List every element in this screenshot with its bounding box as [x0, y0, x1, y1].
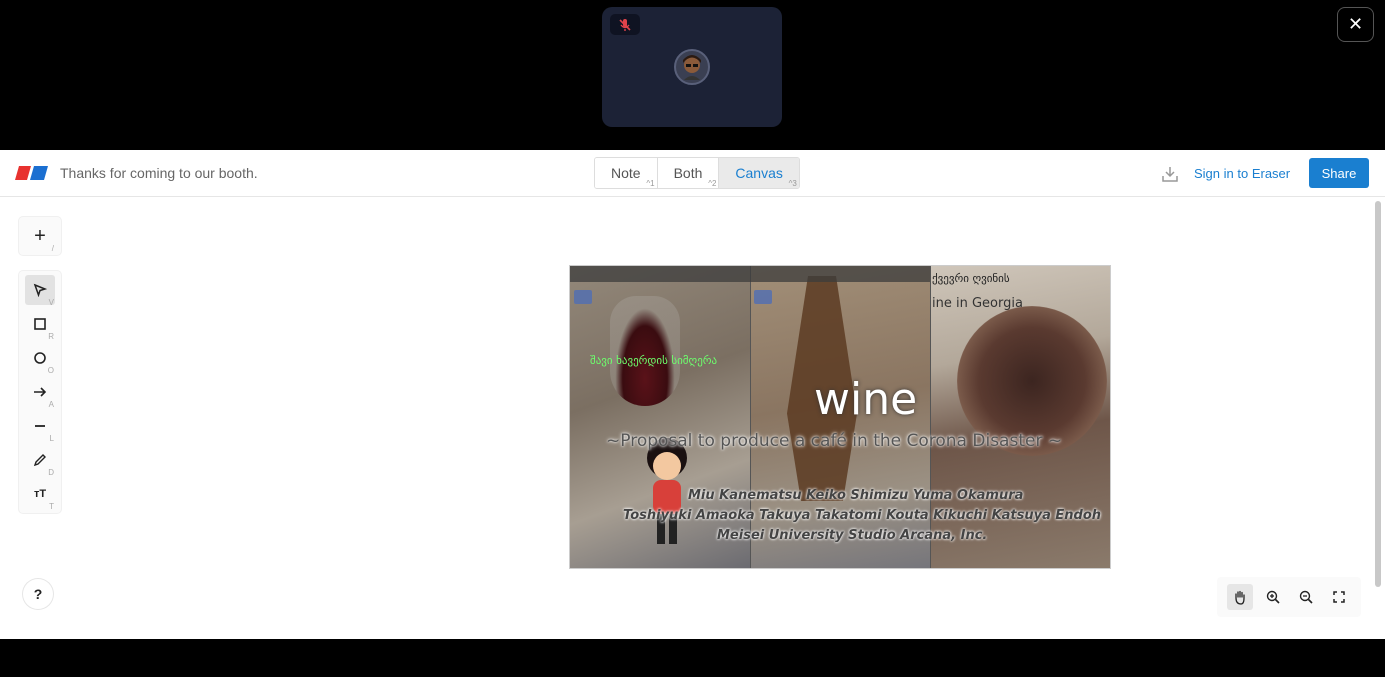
close-icon[interactable]: ✕: [1337, 7, 1374, 42]
view-canvas-button[interactable]: Canvas ^3: [719, 158, 799, 188]
arrow-icon: [34, 387, 47, 397]
shortcut-hint: T: [49, 502, 54, 511]
document-title[interactable]: Thanks for coming to our booth.: [60, 165, 258, 181]
tool-arrow[interactable]: A: [25, 377, 55, 409]
view-note-label: Note: [611, 165, 641, 181]
authors-line-2: Toshiyuki Amaoka Takuya Takatomi Kouta K…: [623, 508, 1102, 523]
shortcut-hint: /: [51, 244, 54, 253]
pan-button[interactable]: [1226, 584, 1253, 610]
zoom-out-button[interactable]: [1293, 584, 1319, 610]
eraser-logo: [15, 166, 48, 180]
panel3-caption-top: ქვევრი ღვინის: [932, 272, 1010, 285]
tool-ellipse[interactable]: O: [25, 343, 55, 375]
image-title: wine: [814, 374, 918, 425]
cursor-icon: [33, 283, 47, 297]
view-both-button[interactable]: Both ^2: [657, 158, 720, 188]
text-icon: ᴛT: [33, 488, 47, 500]
shortcut-hint: V: [48, 298, 54, 307]
add-tool-group: + /: [19, 217, 61, 255]
fit-screen-button[interactable]: [1326, 584, 1352, 610]
shortcut-hint: ^3: [788, 179, 797, 188]
georgian-caption: შავი ხავერდის სიმღერა: [590, 354, 718, 367]
circle-icon: [34, 352, 46, 364]
video-call-strip: ✕: [0, 0, 1385, 150]
tool-draw[interactable]: D: [25, 445, 55, 477]
shortcut-hint: A: [48, 400, 54, 409]
tool-text[interactable]: ᴛT T: [25, 479, 55, 511]
fit-screen-icon: [1332, 591, 1345, 603]
shortcut-hint: D: [48, 468, 54, 477]
square-icon: [34, 318, 46, 330]
line-icon: [35, 425, 45, 427]
download-icon[interactable]: [1160, 164, 1179, 183]
shortcut-hint: ^2: [708, 179, 717, 188]
canvas-image[interactable]: შავი ხავერდის სიმღერა ქვევრი ღვინის ine …: [569, 265, 1111, 569]
user-avatar: [674, 49, 710, 85]
hand-icon: [1234, 590, 1245, 605]
participant-tile[interactable]: [602, 7, 782, 127]
zoom-in-icon: [1266, 590, 1280, 604]
share-button[interactable]: Share: [1309, 158, 1369, 188]
mic-off-icon: [610, 14, 640, 35]
view-canvas-label: Canvas: [735, 165, 783, 181]
shortcut-hint: R: [48, 332, 54, 341]
canvas-view-controls: [1217, 577, 1361, 617]
authors-line-1: Miu Kanematsu Keiko Shimizu Yuma Okamura: [688, 488, 1024, 503]
shortcut-hint: ^1: [646, 179, 655, 188]
view-mode-toggle: Note ^1 Both ^2 Canvas ^3: [594, 157, 800, 189]
view-both-label: Both: [673, 165, 703, 181]
affiliations: Meisei University Studio Arcana, Inc.: [717, 528, 988, 543]
vertical-scrollbar[interactable]: [1375, 201, 1381, 587]
tool-rectangle[interactable]: R: [25, 309, 55, 341]
zoom-in-button[interactable]: [1260, 584, 1286, 610]
wine-glass: [610, 296, 680, 406]
sign-in-link[interactable]: Sign in to Eraser: [1194, 166, 1290, 181]
header-bar: Thanks for coming to our booth. Note ^1 …: [0, 150, 1385, 197]
help-button[interactable]: ?: [23, 579, 53, 609]
phone-status-bar: [570, 266, 930, 282]
shortcut-hint: O: [47, 366, 54, 375]
pencil-icon: [33, 454, 46, 467]
drawing-toolbar: V R O A L D ᴛT T: [19, 271, 61, 513]
add-button[interactable]: + /: [25, 221, 55, 254]
ar-ui-chip: [574, 290, 592, 304]
ar-ui-chip: [754, 290, 772, 304]
eraser-app: Thanks for coming to our booth. Note ^1 …: [0, 150, 1385, 639]
tool-line[interactable]: L: [25, 411, 55, 443]
tool-select[interactable]: V: [25, 275, 55, 307]
bottom-bar: [0, 639, 1385, 677]
image-subtitle: ~Proposal to produce a café in the Coron…: [606, 431, 1063, 451]
zoom-out-icon: [1299, 590, 1313, 604]
view-note-button[interactable]: Note ^1: [595, 158, 658, 188]
shortcut-hint: L: [49, 434, 54, 443]
image-panel-right: [930, 266, 1110, 568]
plus-icon: +: [34, 224, 46, 247]
panel3-caption: ine in Georgia: [932, 296, 1023, 311]
